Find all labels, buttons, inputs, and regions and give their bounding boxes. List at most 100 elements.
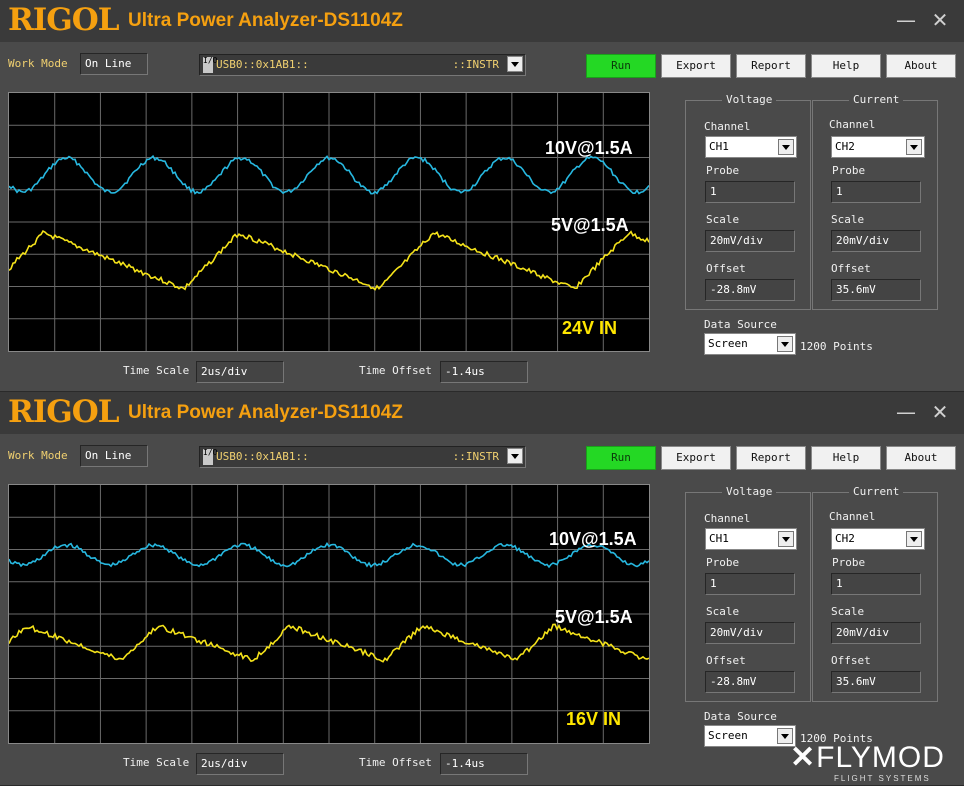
help-button[interactable]: Help: [811, 54, 881, 78]
voltage-scale-field[interactable]: 20mV/div: [705, 230, 795, 252]
data-source-value: Screen: [708, 729, 748, 742]
about-button[interactable]: About: [886, 446, 956, 470]
current-probe-field[interactable]: 1: [831, 181, 921, 203]
voltage-offset-field[interactable]: -28.8mV: [705, 671, 795, 693]
report-button[interactable]: Report: [736, 54, 806, 78]
report-button[interactable]: Report: [736, 446, 806, 470]
current-offset-label: Offset: [831, 654, 871, 667]
time-scale-label: Time Scale: [123, 756, 190, 769]
current-scale-field[interactable]: 20mV/div: [831, 230, 921, 252]
voltage-offset-label: Offset: [706, 262, 746, 275]
current-offset-field[interactable]: 35.6mV: [831, 671, 921, 693]
chevron-down-icon[interactable]: [906, 139, 922, 155]
app-title: Ultra Power Analyzer-DS1104Z: [128, 10, 403, 31]
current-channel-label: Channel: [829, 118, 876, 131]
data-source-select[interactable]: Screen: [704, 333, 796, 355]
voltage-probe-field[interactable]: 1: [705, 181, 795, 203]
input-voltage-label: 24V IN: [562, 318, 618, 338]
close-icon[interactable]: ✕: [928, 400, 952, 424]
current-offset-field[interactable]: 35.6mV: [831, 279, 921, 301]
time-offset-label: Time Offset: [359, 364, 432, 377]
voltage-channel-select[interactable]: CH1: [705, 136, 797, 158]
current-group: Current Channel CH2 Probe 1 Scale 20mV/d…: [812, 93, 938, 310]
run-button[interactable]: Run: [586, 54, 656, 78]
blue-trace-label: 10V@1.5A: [545, 138, 633, 158]
chevron-down-icon[interactable]: [778, 139, 794, 155]
export-button[interactable]: Export: [661, 446, 731, 470]
watermark-text: FLYMOD: [816, 741, 945, 774]
voltage-title: Voltage: [722, 485, 777, 498]
current-title: Current: [849, 485, 904, 498]
voltage-title: Voltage: [722, 93, 777, 106]
current-probe-field[interactable]: 1: [831, 573, 921, 595]
voltage-probe-label: Probe: [706, 556, 740, 569]
chevron-down-icon[interactable]: [507, 448, 523, 464]
voltage-offset-field[interactable]: -28.8mV: [705, 279, 795, 301]
time-offset-field[interactable]: -1.4us: [440, 361, 528, 383]
waveform-svg: [9, 485, 649, 743]
chevron-down-icon[interactable]: [507, 56, 523, 72]
minimize-icon[interactable]: —: [894, 400, 918, 424]
rigol-logo: RIGOL: [8, 2, 120, 38]
data-source-label: Data Source: [704, 318, 777, 331]
yellow-trace-label: 5V@1.5A: [551, 215, 629, 235]
current-group: Current Channel CH2 Probe 1 Scale 20mV/d…: [812, 485, 938, 702]
voltage-group: Voltage Channel CH1 Probe 1 Scale 20mV/d…: [685, 93, 811, 310]
analyzer-panel-2: RIGOL Ultra Power Analyzer-DS1104Z — ✕ W…: [0, 392, 964, 786]
io-icon: I/O: [203, 449, 217, 465]
yellow-trace-label: 5V@1.5A: [555, 607, 633, 627]
usb-device-text: USB0::0x1AB1::: [216, 58, 309, 71]
voltage-scale-label: Scale: [706, 213, 740, 226]
flymod-watermark: ✕FLYMOD FLIGHT SYSTEMS: [790, 740, 945, 783]
voltage-channel-select[interactable]: CH1: [705, 528, 797, 550]
current-channel-select[interactable]: CH2: [831, 528, 925, 550]
time-scale-field[interactable]: 2us/div: [196, 361, 284, 383]
voltage-channel-label: Channel: [704, 512, 751, 525]
current-scale-label: Scale: [831, 213, 865, 226]
minimize-icon[interactable]: —: [894, 8, 918, 32]
voltage-scale-field[interactable]: 20mV/div: [705, 622, 795, 644]
usb-instr-text: ::INSTR: [452, 58, 499, 71]
voltage-probe-label: Probe: [706, 164, 740, 177]
voltage-offset-label: Offset: [706, 654, 746, 667]
waveform-display: 10V@1.5A 5V@1.5A 16V IN: [8, 484, 650, 744]
input-voltage-label: 16V IN: [566, 709, 622, 729]
usb-resource-select[interactable]: I/O USB0::0x1AB1:: ::INSTR: [199, 54, 526, 76]
voltage-channel-value: CH1: [709, 532, 729, 545]
work-mode-field[interactable]: On Line: [80, 53, 148, 75]
time-offset-field[interactable]: -1.4us: [440, 753, 528, 775]
work-mode-field[interactable]: On Line: [80, 445, 148, 467]
current-scale-field[interactable]: 20mV/div: [831, 622, 921, 644]
x-logo-icon: ✕: [790, 741, 817, 774]
usb-resource-select[interactable]: I/O USB0::0x1AB1:: ::INSTR: [199, 446, 526, 468]
time-scale-field[interactable]: 2us/div: [196, 753, 284, 775]
close-icon[interactable]: ✕: [928, 8, 952, 32]
work-mode-label: Work Mode: [8, 449, 68, 462]
current-title: Current: [849, 93, 904, 106]
data-source-value: Screen: [708, 337, 748, 350]
chevron-down-icon[interactable]: [906, 531, 922, 547]
work-mode-label: Work Mode: [8, 57, 68, 70]
io-icon: I/O: [203, 57, 217, 73]
grid: [9, 485, 649, 743]
title-bar: RIGOL Ultra Power Analyzer-DS1104Z — ✕: [0, 392, 964, 434]
data-source-select[interactable]: Screen: [704, 725, 796, 747]
current-channel-select[interactable]: CH2: [831, 136, 925, 158]
voltage-probe-field[interactable]: 1: [705, 573, 795, 595]
current-channel-value: CH2: [835, 532, 855, 545]
usb-device-text: USB0::0x1AB1::: [216, 450, 309, 463]
app-title: Ultra Power Analyzer-DS1104Z: [128, 402, 403, 423]
waveform-display: 10V@1.5A 5V@1.5A 24V IN: [8, 92, 650, 352]
voltage-channel-value: CH1: [709, 140, 729, 153]
export-button[interactable]: Export: [661, 54, 731, 78]
voltage-channel-label: Channel: [704, 120, 751, 133]
about-button[interactable]: About: [886, 54, 956, 78]
analyzer-panel-1: RIGOL Ultra Power Analyzer-DS1104Z — ✕ W…: [0, 0, 964, 392]
run-button[interactable]: Run: [586, 446, 656, 470]
rigol-logo: RIGOL: [8, 394, 120, 430]
chevron-down-icon[interactable]: [778, 531, 794, 547]
chevron-down-icon[interactable]: [777, 336, 793, 352]
current-channel-value: CH2: [835, 140, 855, 153]
help-button[interactable]: Help: [811, 446, 881, 470]
data-source-label: Data Source: [704, 710, 777, 723]
